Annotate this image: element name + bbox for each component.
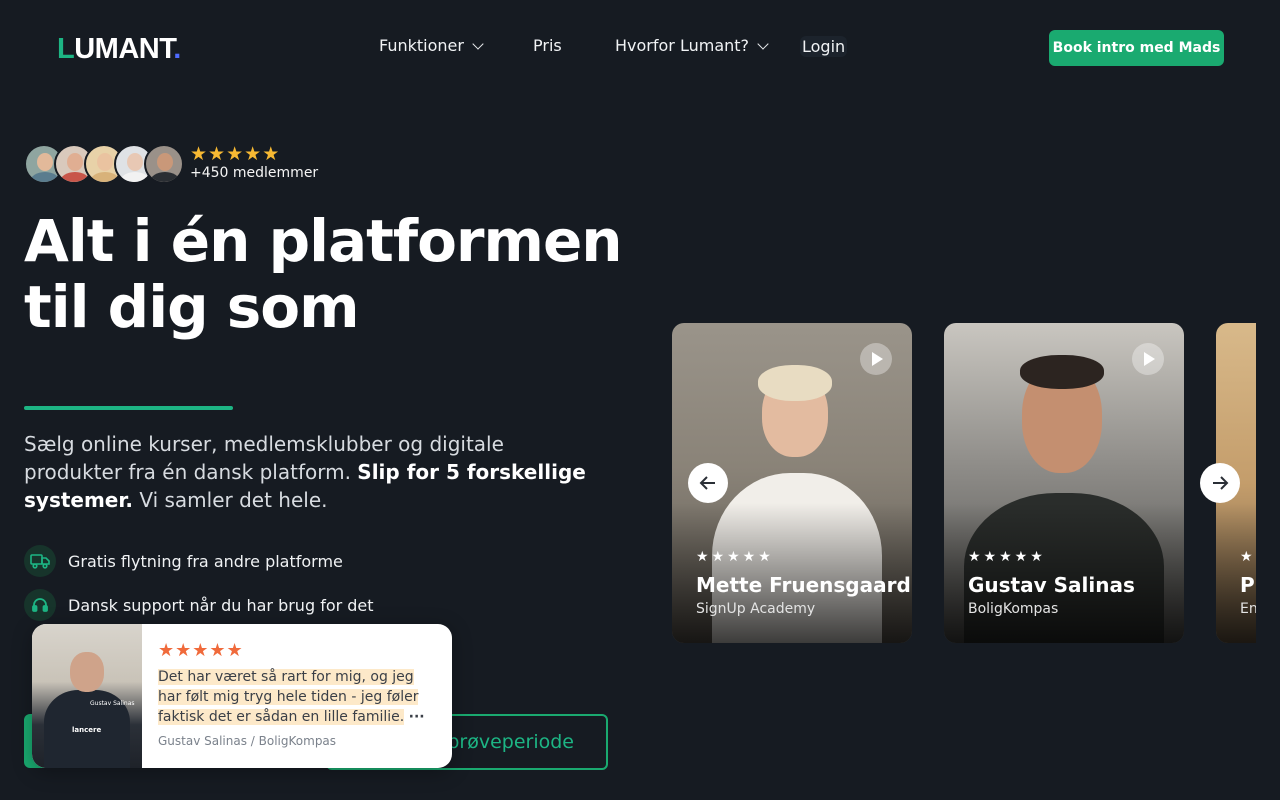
book-intro-button[interactable]: Book intro med Mads [1049,30,1224,66]
play-icon[interactable] [860,343,892,375]
nav-hvorfor-lumant[interactable]: Hvorfor Lumant? [615,36,769,55]
star-icon: ★ [208,143,226,165]
carousel-prev-button[interactable] [688,463,728,503]
nav-funktioner-label: Funktioner [379,36,464,55]
play-icon[interactable] [1132,343,1164,375]
testimonial-name: Gustav Salinas [968,573,1135,597]
hero-title: Alt i én platformen til dig som [24,207,623,341]
avatar [144,144,184,184]
truck-icon [24,545,56,577]
nav-login-label: Login [802,37,846,56]
testimonial-stars: ★ [1240,549,1256,565]
review-quote: Det har været så rart for mig, og jeg ha… [158,669,425,725]
member-avatars [24,144,184,184]
headset-icon [24,589,56,621]
feature-text: Gratis flytning fra andre platforme [68,551,343,571]
review-popup[interactable]: Gustav Salinas lancere ★★★★★ Det har vær… [32,624,452,768]
nav-pris-label: Pris [533,36,562,55]
feature-text: Dansk support når du har brug for det [68,595,374,615]
testimonial-company: BoligKompas [968,601,1059,617]
nav-funktioner[interactable]: Funktioner [379,36,484,55]
member-count: +450 medlemmer [190,165,319,181]
review-author: Gustav Salinas / BoligKompas [158,734,337,748]
testimonial-company: SignUp Academy [696,601,816,617]
review-stars: ★★★★★ [158,640,244,661]
testimonial-name: Pi [1240,573,1256,597]
star-icon: ★ [244,143,262,165]
nav-pris[interactable]: Pris [533,36,562,55]
arrow-left-icon [699,476,715,490]
more-icon: ··· [408,709,425,725]
title-underline [24,406,233,410]
arrow-right-icon [1213,476,1229,490]
lumant-logo[interactable]: LUMANT. [57,33,181,66]
rating-stars: ★ ★ ★ ★ ★ [190,143,279,165]
testimonial-card[interactable]: ★★★★★ Gustav Salinas BoligKompas [944,323,1184,643]
chevron-down-icon [757,37,769,50]
thumbnail-caption: lancere [72,726,102,734]
carousel-next-button[interactable] [1200,463,1240,503]
testimonial-name: Mette Fruensgaard [696,573,911,597]
feature-item: Gratis flytning fra andre platforme [24,545,343,577]
chevron-down-icon [472,37,484,50]
testimonial-stars: ★★★★★ [696,549,774,565]
testimonial-carousel: ★★★★★ Mette Fruensgaard SignUp Academy ★… [672,323,1256,643]
review-video-thumbnail[interactable]: Gustav Salinas lancere [32,624,142,768]
nav-hvorfor-label: Hvorfor Lumant? [615,36,750,55]
thumbnail-caption: Gustav Salinas [90,700,135,707]
feature-item: Dansk support når du har brug for det [24,589,374,621]
star-icon: ★ [262,143,280,165]
star-icon: ★ [226,143,244,165]
hero-lead: Sælg online kurser, medlemsklubber og di… [24,432,586,512]
testimonial-company: En [1240,601,1256,617]
nav-login[interactable]: Login [800,36,848,57]
star-icon: ★ [190,143,208,165]
testimonial-stars: ★★★★★ [968,549,1046,565]
